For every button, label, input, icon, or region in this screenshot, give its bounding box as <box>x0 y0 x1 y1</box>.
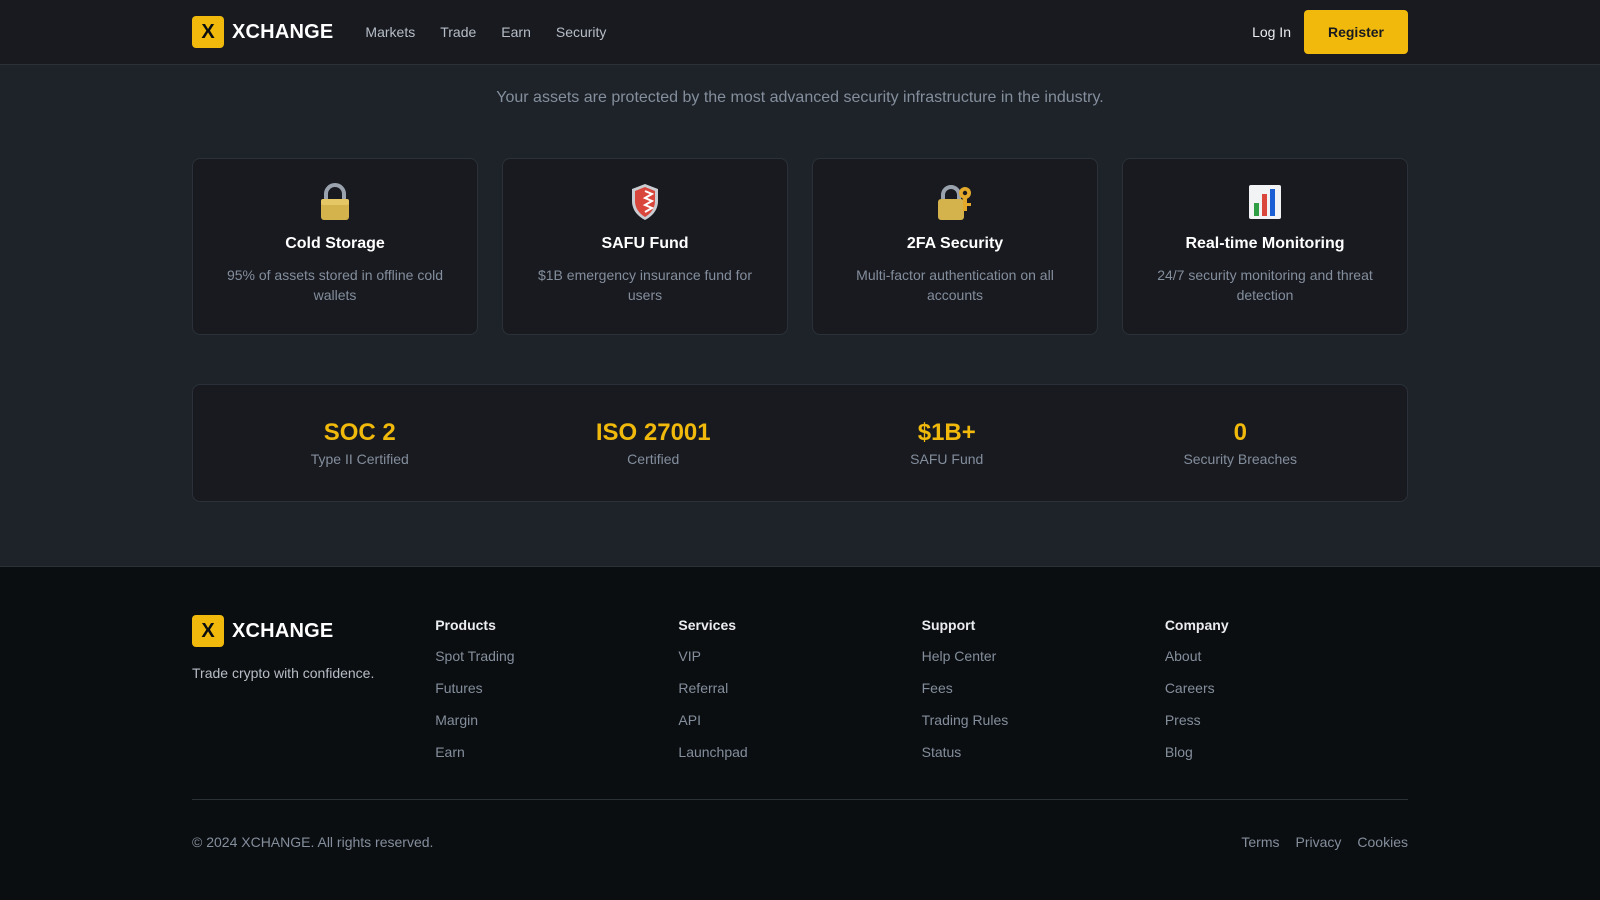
copyright: © 2024 XCHANGE. All rights reserved. <box>192 834 434 850</box>
stat-label: SAFU Fund <box>910 451 984 467</box>
footer-link[interactable]: Trading Rules <box>922 712 1009 728</box>
stat-value: SOC 2 <box>323 419 396 446</box>
feature-description: $1B emergency insurance fund for users <box>537 267 752 303</box>
footer-link[interactable]: API <box>678 712 701 728</box>
feature-card-safu-fund: SAFU Fund $1B emergency insurance fund f… <box>502 158 788 335</box>
main-nav: Markets Trade Earn Security <box>365 24 631 40</box>
nav-markets[interactable]: Markets <box>365 24 415 40</box>
feature-title: Real-time Monitoring <box>1185 235 1345 252</box>
footer-column-support: Support Help Center Fees Trading Rules S… <box>922 615 1165 776</box>
stat-iso: ISO 27001 Certified <box>523 419 783 467</box>
footer-link[interactable]: Help Center <box>922 648 997 664</box>
security-features: Cold Storage 95% of assets stored in off… <box>192 158 1408 335</box>
feature-description: 24/7 security monitoring and threat dete… <box>1157 267 1373 303</box>
footer-divider <box>192 799 1408 800</box>
footer-link[interactable]: Press <box>1165 712 1201 728</box>
footer-link[interactable]: Fees <box>922 680 953 696</box>
footer-link[interactable]: Margin <box>435 712 478 728</box>
feature-title: Cold Storage <box>285 235 385 252</box>
header-logo[interactable]: X XCHANGE <box>192 16 333 48</box>
footer-link[interactable]: Launchpad <box>678 744 747 760</box>
stat-soc2: SOC 2 Type II Certified <box>230 419 490 467</box>
footer-link[interactable]: Blog <box>1165 744 1193 760</box>
stat-label: Certified <box>627 451 680 467</box>
nav-security[interactable]: Security <box>556 24 607 40</box>
footer-column-title: Support <box>921 617 976 633</box>
footer-brand: X XCHANGE Trade crypto with confidence. <box>192 615 435 776</box>
logo-mark: X <box>192 16 224 48</box>
footer-logo[interactable]: X XCHANGE <box>192 615 435 647</box>
footer-link[interactable]: Earn <box>435 744 465 760</box>
lock-with-key-icon <box>813 183 1097 221</box>
feature-title: 2FA Security <box>906 235 1004 252</box>
footer-link[interactable]: Futures <box>435 680 482 696</box>
stat-label: Type II Certified <box>310 451 409 467</box>
feature-description: Multi-factor authentication on all accou… <box>856 267 1054 303</box>
footer-link[interactable]: Referral <box>678 680 728 696</box>
footer-column-products: Products Spot Trading Futures Margin Ear… <box>435 615 678 776</box>
site-footer: X XCHANGE Trade crypto with confidence. … <box>0 566 1600 900</box>
cookies-link[interactable]: Cookies <box>1357 834 1408 850</box>
feature-title: SAFU Fund <box>601 235 689 252</box>
bar-chart-icon <box>1123 183 1407 221</box>
feature-card-cold-storage: Cold Storage 95% of assets stored in off… <box>192 158 478 335</box>
logo-text: XCHANGE <box>232 20 334 43</box>
footer-link[interactable]: Status <box>922 744 962 760</box>
nav-trade[interactable]: Trade <box>440 24 476 40</box>
footer-column-company: Company About Careers Press Blog <box>1165 615 1408 776</box>
footer-column-title: Services <box>678 617 737 633</box>
site-header: X XCHANGE Markets Trade Earn Security Lo… <box>0 0 1600 65</box>
privacy-link[interactable]: Privacy <box>1296 834 1342 850</box>
footer-link[interactable]: About <box>1165 648 1202 664</box>
logo-mark: X <box>192 615 224 647</box>
footer-column-services: Services VIP Referral API Launchpad <box>678 615 921 776</box>
feature-card-2fa: 2FA Security Multi-factor authentication… <box>812 158 1098 335</box>
lock-icon <box>193 183 477 221</box>
stat-breaches: 0 Security Breaches <box>1110 419 1370 467</box>
login-link[interactable]: Log In <box>1252 24 1291 40</box>
footer-link[interactable]: Spot Trading <box>435 648 514 664</box>
feature-description: 95% of assets stored in offline cold wal… <box>226 267 444 303</box>
logo-text: XCHANGE <box>232 619 334 642</box>
register-button[interactable]: Register <box>1304 10 1408 54</box>
legal-links: Terms Privacy Cookies <box>1225 834 1408 850</box>
stat-label: Security Breaches <box>1183 451 1298 467</box>
hero-subtitle: Your assets are protected by the most ad… <box>496 89 1104 106</box>
stat-value: $1B+ <box>917 419 976 446</box>
footer-link[interactable]: Careers <box>1165 680 1215 696</box>
nav-earn[interactable]: Earn <box>501 24 531 40</box>
footer-link[interactable]: VIP <box>678 648 701 664</box>
footer-tagline: Trade crypto with confidence. <box>192 665 375 681</box>
stat-value: ISO 27001 <box>595 419 711 446</box>
security-stats: SOC 2 Type II Certified ISO 27001 Certif… <box>192 384 1408 502</box>
stat-safu: $1B+ SAFU Fund <box>817 419 1077 467</box>
terms-link[interactable]: Terms <box>1241 834 1279 850</box>
shield-icon <box>503 183 787 221</box>
stat-value: 0 <box>1233 419 1247 446</box>
feature-card-monitoring: Real-time Monitoring 24/7 security monit… <box>1122 158 1408 335</box>
footer-column-title: Products <box>435 617 496 633</box>
footer-column-title: Company <box>1164 617 1229 633</box>
